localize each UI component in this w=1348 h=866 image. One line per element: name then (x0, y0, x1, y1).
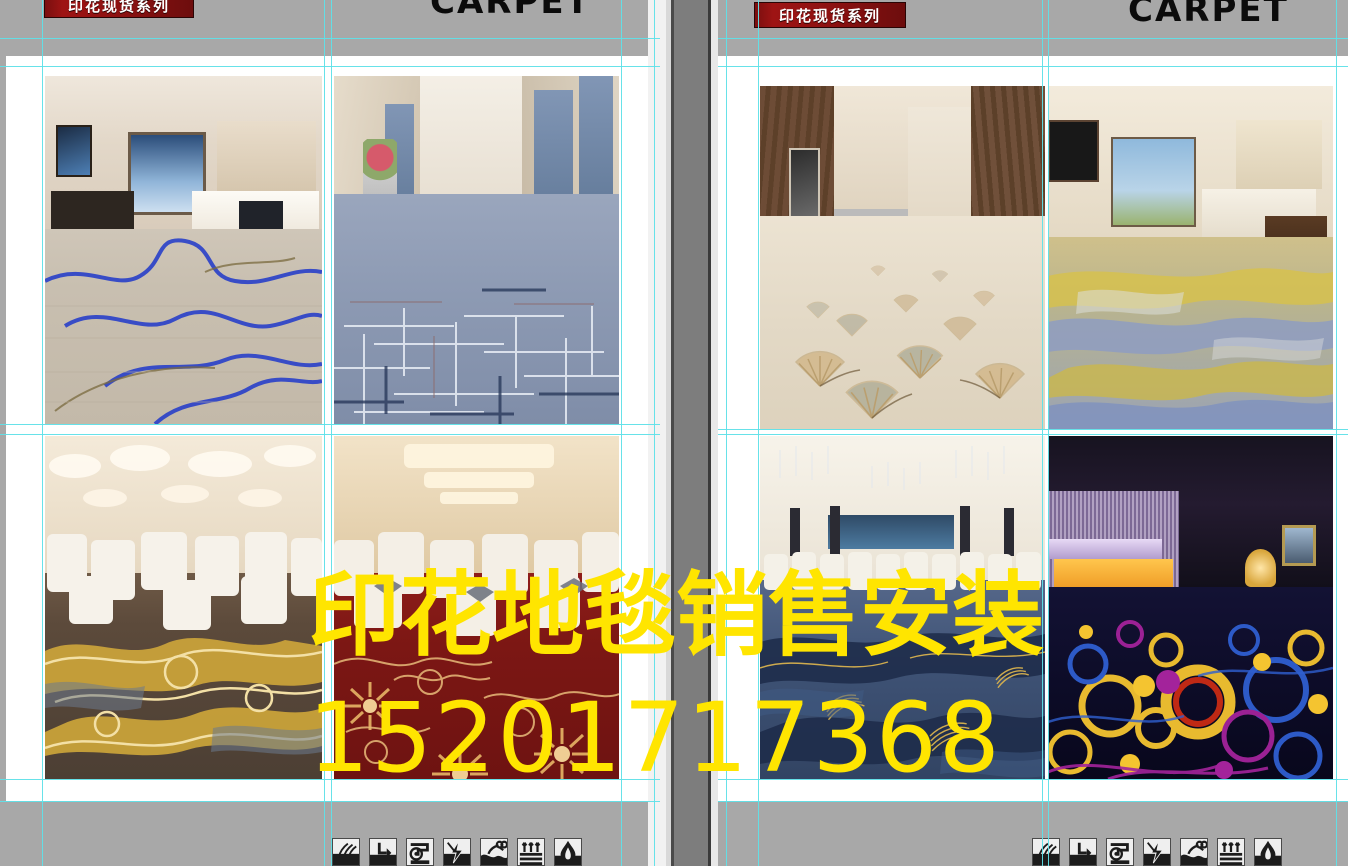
page-right-wordmark: CARPET (1128, 0, 1289, 30)
page-right-banner: 印花现货系列 (754, 2, 906, 28)
photo-hotel-bedroom-beige-content (45, 76, 322, 424)
water-drain-icon[interactable] (1069, 838, 1097, 866)
photo-hotel-bedroom-beige[interactable] (45, 76, 322, 424)
photo-banquet-red-floral[interactable] (334, 436, 619, 779)
guide-vertical-spine-right[interactable] (726, 0, 727, 866)
vacuum-clean-icon[interactable] (1106, 838, 1134, 866)
guide-horizontal-top-2[interactable] (0, 66, 660, 67)
page-left-banner-label: 印花现货系列 (67, 0, 170, 15)
guide-horizontal-bottom-2[interactable] (0, 801, 660, 802)
page-right[interactable]: 印花现货系列 CARPET (718, 0, 1348, 866)
guide-vertical-right-edge[interactable] (1336, 0, 1337, 866)
guide-vertical-spine-left[interactable] (654, 0, 655, 866)
photo-banquet-blue-gold-content (760, 436, 1045, 779)
photo-banquet-gold-swirl[interactable] (45, 436, 322, 779)
guide-vertical-right-mid[interactable] (1042, 0, 1043, 866)
electrical-safe-icon[interactable] (443, 838, 471, 866)
photo-bedroom-blue-yellow[interactable] (1048, 86, 1333, 429)
photo-banquet-gold-swirl-content (45, 436, 322, 779)
guide-vertical-left-mid-2[interactable] (331, 0, 332, 866)
flame-retardant-icon[interactable] (1254, 838, 1282, 866)
guide-horizontal-r-mid-2[interactable] (718, 434, 1348, 435)
guide-horizontal-r-top[interactable] (718, 38, 1348, 39)
page-left[interactable]: 印花现货系列 CARPET (0, 0, 660, 866)
photo-corridor-ginkgo[interactable] (760, 86, 1045, 429)
photo-bedroom-blue-yellow-content (1048, 86, 1333, 429)
guide-vertical-left-mid[interactable] (324, 0, 325, 866)
page-left-wordmark: CARPET (430, 0, 591, 22)
photo-corridor-blue-grid-content (334, 76, 619, 424)
page-right-wordmark-label: CARPET (1128, 0, 1289, 30)
page-left-banner: 印花现货系列 (44, 0, 194, 18)
vacuum-clean-icon[interactable] (406, 838, 434, 866)
photo-lobby-circles-content (1048, 436, 1333, 779)
page-right-property-icons (1032, 838, 1282, 866)
guide-horizontal-r-top-2[interactable] (718, 66, 1348, 67)
guide-vertical-right-margin[interactable] (758, 0, 759, 866)
guide-horizontal-mid-2[interactable] (0, 434, 660, 435)
guide-horizontal-r-mid-1[interactable] (718, 429, 1348, 430)
guide-vertical-right-mid-2[interactable] (1048, 0, 1049, 866)
photo-lobby-circles[interactable] (1048, 436, 1333, 779)
electrical-safe-icon[interactable] (1143, 838, 1171, 866)
anti-static-icon[interactable] (1032, 838, 1060, 866)
stain-resistant-icon[interactable] (480, 838, 508, 866)
stain-resistant-icon[interactable] (1180, 838, 1208, 866)
guide-horizontal-top[interactable] (0, 38, 660, 39)
guide-horizontal-r-bottom-1[interactable] (718, 779, 1348, 780)
guide-vertical-left-margin[interactable] (42, 0, 43, 866)
photo-corridor-ginkgo-content (760, 86, 1045, 429)
underfloor-heat-icon[interactable] (1217, 838, 1245, 866)
photo-corridor-blue-grid[interactable] (334, 76, 619, 424)
anti-static-icon[interactable] (332, 838, 360, 866)
underfloor-heat-icon[interactable] (517, 838, 545, 866)
guide-vertical-left-edge[interactable] (621, 0, 622, 866)
flame-retardant-icon[interactable] (554, 838, 582, 866)
photo-banquet-red-floral-content (334, 436, 619, 779)
page-left-property-icons (332, 838, 582, 866)
water-drain-icon[interactable] (369, 838, 397, 866)
page-right-banner-label: 印花现货系列 (778, 6, 881, 25)
photo-banquet-blue-gold[interactable] (760, 436, 1045, 779)
guide-horizontal-bottom-1[interactable] (0, 779, 660, 780)
guide-horizontal-r-bottom-2[interactable] (718, 801, 1348, 802)
page-gutter (648, 0, 720, 866)
page-left-wordmark-label: CARPET (430, 0, 591, 22)
catalog-spread-canvas: 印花现货系列 CARPET 印花现货系列 CARPET 印花地毯销售安装 152… (0, 0, 1348, 866)
guide-horizontal-mid-1[interactable] (0, 424, 660, 425)
